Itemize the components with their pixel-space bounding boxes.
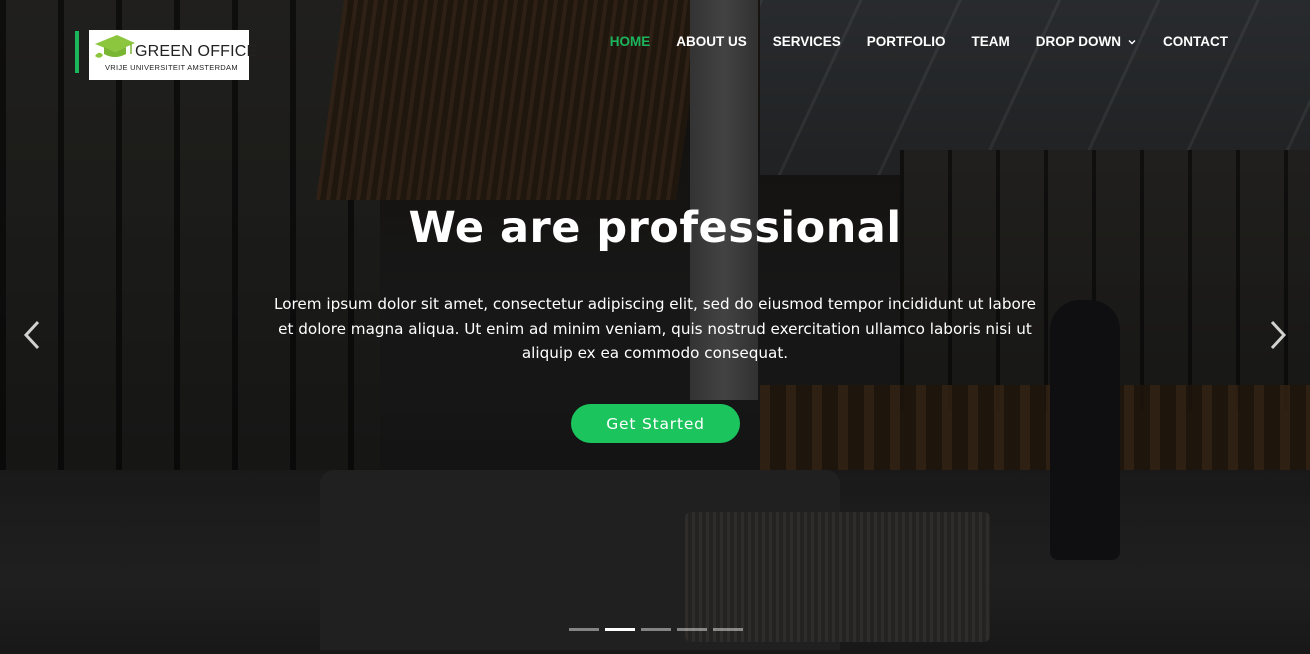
hero-title: We are professional xyxy=(408,203,902,253)
carousel-indicator[interactable] xyxy=(605,628,635,631)
nav-item-label: SERVICES xyxy=(772,34,841,49)
nav-item-label: PORTFOLIO xyxy=(866,34,946,49)
nav-item-label: CONTACT xyxy=(1163,34,1228,49)
nav-item-team[interactable]: TEAM xyxy=(971,34,1009,49)
chevron-right-icon[interactable] xyxy=(1266,318,1290,352)
main-nav: HOME ABOUT US SERVICES PORTFOLIO TEAM DR… xyxy=(584,34,1228,49)
nav-item-home[interactable]: HOME xyxy=(610,34,651,49)
carousel-indicator[interactable] xyxy=(641,628,671,631)
get-started-button[interactable]: Get Started xyxy=(571,404,740,443)
nav-item-label: DROP DOWN xyxy=(1035,34,1121,49)
nav-item-drop-down[interactable]: DROP DOWN xyxy=(1036,34,1137,49)
nav-item-contact[interactable]: CONTACT xyxy=(1163,34,1228,49)
logo-accent-bar xyxy=(75,31,79,73)
chevron-left-icon[interactable] xyxy=(20,318,44,352)
site-header: GREEN OFFICE VRIJE UNIVERSITEIT AMSTERDA… xyxy=(0,0,1310,86)
nav-item-portfolio[interactable]: PORTFOLIO xyxy=(867,34,946,49)
carousel-indicator[interactable] xyxy=(677,628,707,631)
hero-description: Lorem ipsum dolor sit amet, consectetur … xyxy=(274,295,1036,362)
nav-item-label: ABOUT US xyxy=(676,34,747,49)
nav-item-services[interactable]: SERVICES xyxy=(773,34,841,49)
chevron-down-icon xyxy=(1128,39,1136,44)
site-logo[interactable]: GREEN OFFICE VRIJE UNIVERSITEIT AMSTERDA… xyxy=(89,30,257,80)
carousel-indicators xyxy=(569,628,743,631)
graduation-cap-icon xyxy=(95,35,135,58)
nav-item-label: HOME xyxy=(609,34,651,49)
carousel-indicator[interactable] xyxy=(569,628,599,631)
logo-title: GREEN OFFICE xyxy=(135,43,258,60)
logo-subtitle: VRIJE UNIVERSITEIT AMSTERDAM xyxy=(105,63,238,72)
nav-item-label: TEAM xyxy=(971,34,1010,49)
hero-section: GREEN OFFICE VRIJE UNIVERSITEIT AMSTERDA… xyxy=(0,0,1310,654)
nav-item-about-us[interactable]: ABOUT US xyxy=(676,34,747,49)
carousel-indicator[interactable] xyxy=(713,628,743,631)
